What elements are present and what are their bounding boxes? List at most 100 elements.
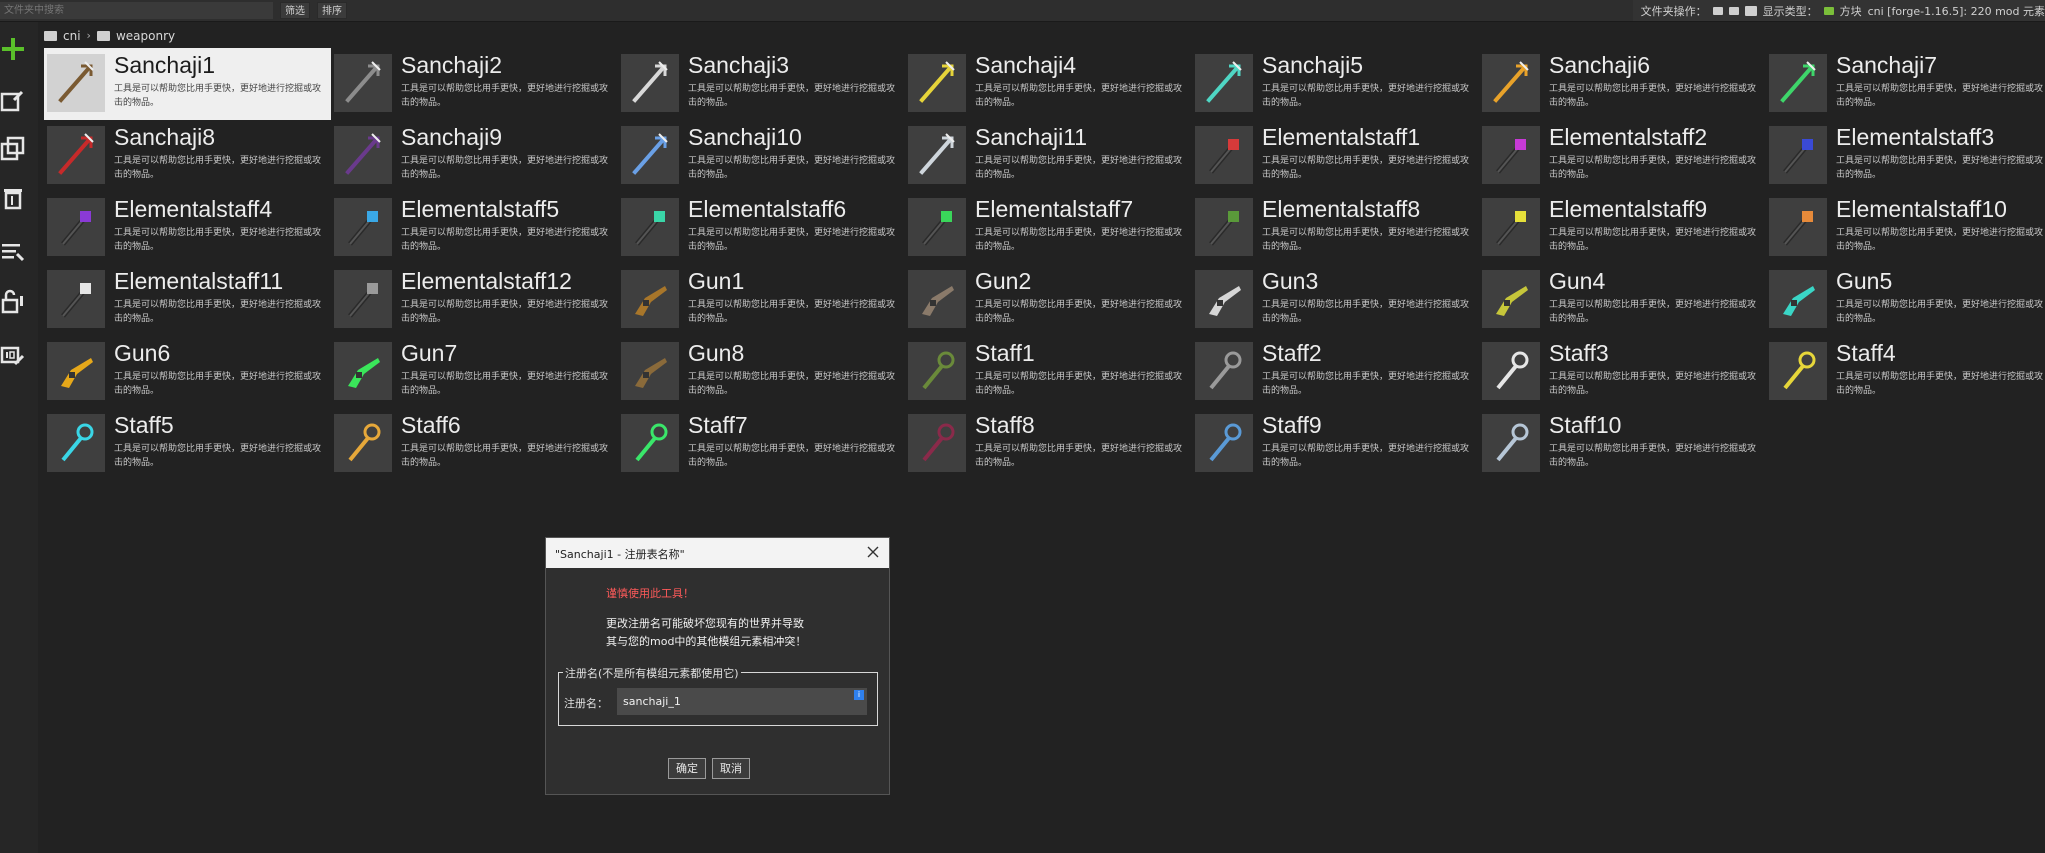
filter-button[interactable]: 筛选 bbox=[280, 2, 310, 19]
registry-name-input[interactable] bbox=[617, 688, 867, 715]
element-tile[interactable]: Sanchaji2 工具是可以帮助您比用手更快，更好地进行挖掘或攻击的物品。 bbox=[331, 48, 618, 120]
element-description: 工具是可以帮助您比用手更快，更好地进行挖掘或攻击的物品。 bbox=[688, 156, 896, 180]
element-tile[interactable]: Sanchaji9 工具是可以帮助您比用手更快，更好地进行挖掘或攻击的物品。 bbox=[331, 120, 618, 192]
edit-element-button[interactable] bbox=[0, 88, 26, 114]
display-type-value[interactable]: 方块 bbox=[1840, 3, 1862, 19]
element-tile[interactable]: Elementalstaff10 工具是可以帮助您比用手更快，更好地进行挖掘或攻击… bbox=[1766, 192, 2045, 264]
element-description: 工具是可以帮助您比用手更快，更好地进行挖掘或攻击的物品。 bbox=[975, 156, 1183, 180]
wand-icon bbox=[1195, 414, 1253, 472]
staff-icon bbox=[621, 198, 679, 256]
element-name: Elementalstaff4 bbox=[114, 196, 273, 222]
element-tile[interactable]: Staff5 工具是可以帮助您比用手更快，更好地进行挖掘或攻击的物品。 bbox=[44, 408, 331, 480]
element-description: 工具是可以帮助您比用手更快，更好地进行挖掘或攻击的物品。 bbox=[401, 228, 609, 252]
element-tile[interactable]: Staff9 工具是可以帮助您比用手更快，更好地进行挖掘或攻击的物品。 bbox=[1192, 408, 1479, 480]
element-tile[interactable]: Elementalstaff6 工具是可以帮助您比用手更快，更好地进行挖掘或攻击的… bbox=[618, 192, 905, 264]
element-description: 工具是可以帮助您比用手更快，更好地进行挖掘或攻击的物品。 bbox=[1549, 156, 1757, 180]
element-tile[interactable]: Elementalstaff3 工具是可以帮助您比用手更快，更好地进行挖掘或攻击的… bbox=[1766, 120, 2045, 192]
staff-icon bbox=[1769, 126, 1827, 184]
dialog-title: "Sanchaji1 - 注册表名称" bbox=[555, 548, 685, 561]
element-tile[interactable]: Gun5 工具是可以帮助您比用手更快，更好地进行挖掘或攻击的物品。 bbox=[1766, 264, 2045, 336]
trident-icon bbox=[1482, 54, 1540, 112]
element-name: Sanchaji11 bbox=[975, 124, 1088, 150]
element-name: Sanchaji9 bbox=[401, 124, 503, 150]
wand-icon bbox=[908, 342, 966, 400]
element-name: Staff1 bbox=[975, 340, 1035, 366]
element-tile[interactable]: Elementalstaff11 工具是可以帮助您比用手更快，更好地进行挖掘或攻击… bbox=[44, 264, 331, 336]
element-tile[interactable]: Staff1 工具是可以帮助您比用手更快，更好地进行挖掘或攻击的物品。 bbox=[905, 336, 1192, 408]
properties-button[interactable] bbox=[0, 238, 26, 264]
close-button[interactable] bbox=[863, 542, 883, 562]
element-tile[interactable]: Elementalstaff5 工具是可以帮助您比用手更快，更好地进行挖掘或攻击的… bbox=[331, 192, 618, 264]
registry-name-button[interactable] bbox=[0, 344, 26, 370]
trash-icon bbox=[4, 189, 22, 210]
rename-folder-icon[interactable] bbox=[1728, 6, 1739, 15]
element-tile[interactable]: Sanchaji4 工具是可以帮助您比用手更快，更好地进行挖掘或攻击的物品。 bbox=[905, 48, 1192, 120]
new-folder-icon[interactable] bbox=[1712, 6, 1723, 15]
ok-button[interactable]: 确定 bbox=[668, 758, 706, 779]
element-tile[interactable]: Sanchaji8 工具是可以帮助您比用手更快，更好地进行挖掘或攻击的物品。 bbox=[44, 120, 331, 192]
element-name: Elementalstaff6 bbox=[688, 196, 847, 222]
tiles-view-icon[interactable] bbox=[1823, 6, 1834, 15]
element-tile[interactable]: Staff6 工具是可以帮助您比用手更快，更好地进行挖掘或攻击的物品。 bbox=[331, 408, 618, 480]
element-tile[interactable]: Gun7 工具是可以帮助您比用手更快，更好地进行挖掘或攻击的物品。 bbox=[331, 336, 618, 408]
element-tile[interactable]: Elementalstaff9 工具是可以帮助您比用手更快，更好地进行挖掘或攻击的… bbox=[1479, 192, 1766, 264]
element-tile[interactable]: Staff3 工具是可以帮助您比用手更快，更好地进行挖掘或攻击的物品。 bbox=[1479, 336, 1766, 408]
element-tile[interactable]: Gun4 工具是可以帮助您比用手更快，更好地进行挖掘或攻击的物品。 bbox=[1479, 264, 1766, 336]
breadcrumb-current-folder[interactable]: weaponry bbox=[116, 29, 175, 43]
element-tile[interactable]: Elementalstaff7 工具是可以帮助您比用手更快，更好地进行挖掘或攻击的… bbox=[905, 192, 1192, 264]
gun-icon bbox=[334, 342, 392, 400]
element-name: Elementalstaff5 bbox=[401, 196, 560, 222]
element-name: Gun4 bbox=[1549, 268, 1606, 294]
element-tile[interactable]: Staff2 工具是可以帮助您比用手更快，更好地进行挖掘或攻击的物品。 bbox=[1192, 336, 1479, 408]
dialog-titlebar: "Sanchaji1 - 注册表名称" bbox=[546, 538, 889, 568]
element-tile[interactable]: Sanchaji11 工具是可以帮助您比用手更快，更好地进行挖掘或攻击的物品。 bbox=[905, 120, 1192, 192]
breadcrumb-root[interactable]: cni bbox=[63, 29, 81, 43]
element-tile[interactable]: Gun1 工具是可以帮助您比用手更快，更好地进行挖掘或攻击的物品。 bbox=[618, 264, 905, 336]
element-tile[interactable]: Sanchaji6 工具是可以帮助您比用手更快，更好地进行挖掘或攻击的物品。 bbox=[1479, 48, 1766, 120]
cancel-button[interactable]: 取消 bbox=[712, 758, 750, 779]
gun-icon bbox=[47, 342, 105, 400]
trident-icon bbox=[334, 54, 392, 112]
element-name: Elementalstaff10 bbox=[1836, 196, 2007, 222]
trident-icon bbox=[334, 126, 392, 184]
breadcrumb: cni › weaponry bbox=[44, 27, 175, 44]
element-tile[interactable]: Staff10 工具是可以帮助您比用手更快，更好地进行挖掘或攻击的物品。 bbox=[1479, 408, 1766, 480]
element-description: 工具是可以帮助您比用手更快，更好地进行挖掘或攻击的物品。 bbox=[688, 300, 896, 324]
element-name: Gun3 bbox=[1262, 268, 1319, 294]
element-name: Gun1 bbox=[688, 268, 745, 294]
element-tile[interactable]: Sanchaji5 工具是可以帮助您比用手更快，更好地进行挖掘或攻击的物品。 bbox=[1192, 48, 1479, 120]
element-tile[interactable]: Elementalstaff8 工具是可以帮助您比用手更快，更好地进行挖掘或攻击的… bbox=[1192, 192, 1479, 264]
delete-element-button[interactable] bbox=[0, 184, 26, 210]
element-tile[interactable]: Staff7 工具是可以帮助您比用手更快，更好地进行挖掘或攻击的物品。 bbox=[618, 408, 905, 480]
element-tile[interactable]: Elementalstaff2 工具是可以帮助您比用手更快，更好地进行挖掘或攻击的… bbox=[1479, 120, 1766, 192]
plus-icon bbox=[2, 38, 24, 60]
element-tile[interactable]: Gun6 工具是可以帮助您比用手更快，更好地进行挖掘或攻击的物品。 bbox=[44, 336, 331, 408]
folder-ops-label: 文件夹操作： bbox=[1640, 4, 1707, 18]
element-tile[interactable]: Sanchaji1 工具是可以帮助您比用手更快，更好地进行挖掘或攻击的物品。 bbox=[44, 48, 331, 120]
element-name: Staff7 bbox=[688, 412, 748, 438]
element-tile[interactable]: Elementalstaff4 工具是可以帮助您比用手更快，更好地进行挖掘或攻击的… bbox=[44, 192, 331, 264]
element-tile[interactable]: Sanchaji3 工具是可以帮助您比用手更快，更好地进行挖掘或攻击的物品。 bbox=[618, 48, 905, 120]
gun-icon bbox=[621, 270, 679, 328]
element-tile[interactable]: Gun3 工具是可以帮助您比用手更快，更好地进行挖掘或攻击的物品。 bbox=[1192, 264, 1479, 336]
folder-icon[interactable] bbox=[1744, 5, 1757, 16]
element-tile[interactable]: Staff8 工具是可以帮助您比用手更快，更好地进行挖掘或攻击的物品。 bbox=[905, 408, 1192, 480]
element-tile[interactable]: Sanchaji10 工具是可以帮助您比用手更快，更好地进行挖掘或攻击的物品。 bbox=[618, 120, 905, 192]
sort-button[interactable]: 排序 bbox=[317, 2, 347, 19]
element-description: 工具是可以帮助您比用手更快，更好地进行挖掘或攻击的物品。 bbox=[401, 300, 609, 324]
folder-search-input[interactable] bbox=[0, 2, 273, 19]
element-tile[interactable]: Gun2 工具是可以帮助您比用手更快，更好地进行挖掘或攻击的物品。 bbox=[905, 264, 1192, 336]
info-icon[interactable]: i bbox=[854, 690, 864, 700]
element-tile[interactable]: Elementalstaff1 工具是可以帮助您比用手更快，更好地进行挖掘或攻击的… bbox=[1192, 120, 1479, 192]
element-tile[interactable]: Gun8 工具是可以帮助您比用手更快，更好地进行挖掘或攻击的物品。 bbox=[618, 336, 905, 408]
element-tile[interactable]: Staff4 工具是可以帮助您比用手更快，更好地进行挖掘或攻击的物品。 bbox=[1766, 336, 2045, 408]
add-element-button[interactable] bbox=[0, 36, 26, 62]
element-description: 工具是可以帮助您比用手更快，更好地进行挖掘或攻击的物品。 bbox=[688, 372, 896, 396]
staff-icon bbox=[334, 270, 392, 328]
staff-icon bbox=[1482, 198, 1540, 256]
element-tile[interactable]: Elementalstaff12 工具是可以帮助您比用手更快，更好地进行挖掘或攻击… bbox=[331, 264, 618, 336]
duplicate-element-button[interactable] bbox=[0, 136, 26, 162]
lock-code-button[interactable] bbox=[0, 288, 26, 314]
element-tile[interactable]: Sanchaji7 工具是可以帮助您比用手更快，更好地进行挖掘或攻击的物品。 bbox=[1766, 48, 2045, 120]
element-description: 工具是可以帮助您比用手更快，更好地进行挖掘或攻击的物品。 bbox=[1549, 228, 1757, 252]
